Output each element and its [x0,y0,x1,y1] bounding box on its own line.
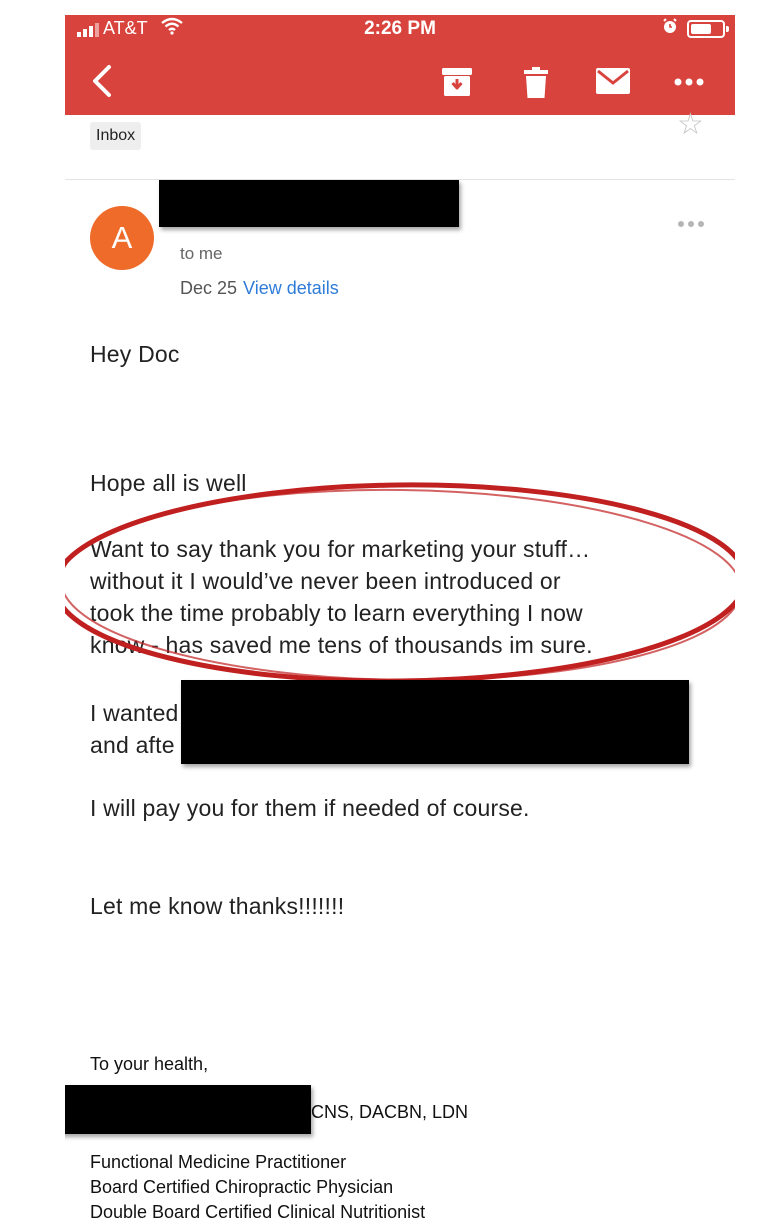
redaction-bar [159,180,459,227]
signature-title: Functional Medicine Practitioner [90,1152,347,1172]
chevron-left-icon [93,65,111,97]
message-date-line: Dec 25 View details [180,278,339,299]
archive-icon [442,68,472,96]
app-bar: AT&T 2:26 PM [65,15,735,115]
delete-button[interactable] [523,67,549,104]
trash-icon [524,67,548,98]
message-more-button[interactable] [677,215,705,233]
body-pay-line: I will pay you for them if needed of cou… [90,795,530,821]
signature-credentials: CNS, DACBN, LDN [311,1102,469,1122]
signature-title: Double Board Certified Clinical Nutritio… [90,1202,426,1222]
avatar[interactable]: A [90,206,154,270]
more-horizontal-icon [678,221,704,227]
redaction-bar [181,680,689,764]
signature-title: Board Certified Chiropractic Physician [90,1177,394,1197]
email-screen: AT&T 2:26 PM Inbox ☆ A to me Dec 25 View… [65,0,735,1228]
annotation-oval [65,482,735,684]
mark-unread-button[interactable] [595,67,631,100]
message-date: Dec 25 [180,278,238,298]
body-thanks-line: Let me know thanks!!!!!!! [90,893,345,919]
alarm-icon [662,18,678,39]
status-bar: AT&T 2:26 PM [65,15,735,43]
body-greeting: Hey Doc [90,341,180,367]
more-options-button[interactable] [674,73,704,91]
redaction-bar [65,1085,311,1134]
more-horizontal-icon [674,78,704,86]
view-details-link[interactable]: View details [243,278,339,298]
archive-button[interactable] [441,67,473,102]
body-request-paragraph: I wanted and afte [90,700,179,758]
status-time: 2:26 PM [364,18,436,39]
signature-closing: To your health, [90,1054,209,1074]
star-icon[interactable]: ☆ [677,110,704,140]
back-button[interactable] [87,63,117,99]
battery-icon [687,20,729,38]
mail-icon [596,68,630,94]
recipient-line: to me [180,244,223,263]
inbox-label-chip[interactable]: Inbox [90,122,142,150]
